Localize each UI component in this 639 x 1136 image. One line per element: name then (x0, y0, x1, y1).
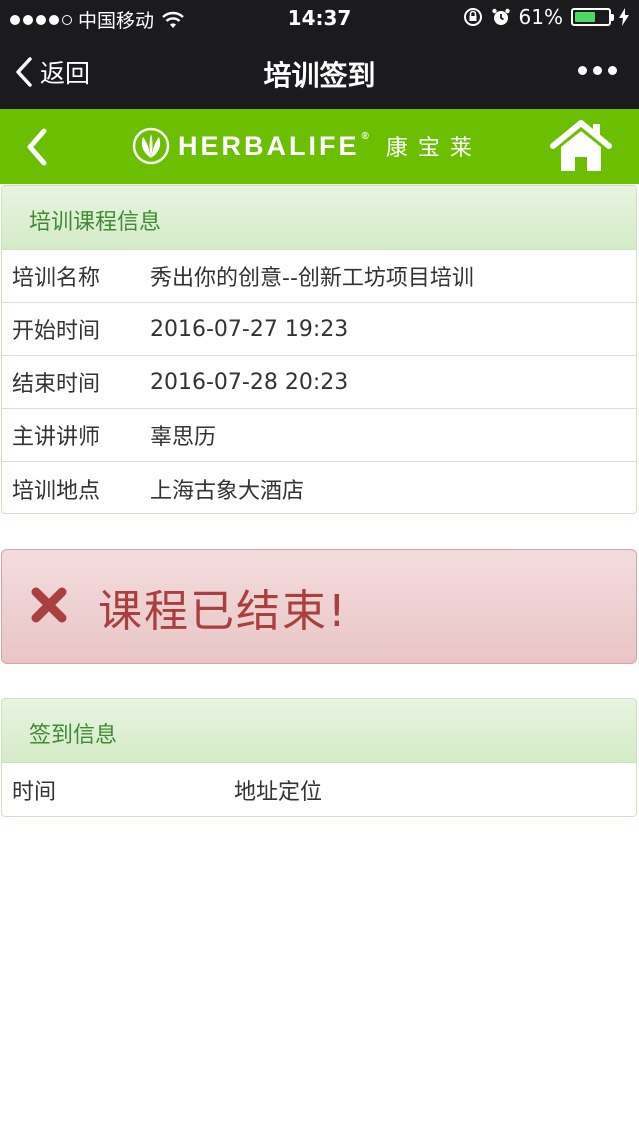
status-bar: 中国移动 14:37 61% (0, 0, 639, 36)
brand-cn-name: 康宝莱 (385, 136, 482, 161)
alert-message: 课程已结束! (98, 585, 348, 637)
info-value: 2016-07-28 20:23 (150, 369, 349, 395)
info-value: 2016-07-27 19:23 (150, 316, 349, 342)
rotation-lock-icon (463, 8, 482, 26)
column-header-location: 地址定位 (234, 779, 323, 805)
more-icon[interactable] (578, 66, 617, 75)
battery-fill (575, 12, 595, 22)
herbalife-logo: HERBALIFE ® 康宝莱 (132, 127, 482, 165)
sign-header-row: 时间 地址定位 (2, 763, 636, 816)
info-row: 培训名称 秀出你的创意--创新工坊项目培训 (2, 250, 636, 303)
info-value: 上海古象大酒店 (150, 478, 305, 504)
course-ended-alert: 课程已结束! (1, 549, 637, 664)
info-row: 主讲讲师 辜思历 (2, 409, 636, 462)
info-row: 培训地点 上海古象大酒店 (2, 462, 636, 513)
info-value: 秀出你的创意--创新工坊项目培训 (150, 266, 474, 291)
info-label: 结束时间 (12, 372, 101, 397)
brand-name: HERBALIFE ® (178, 130, 372, 161)
info-label: 培训名称 (12, 266, 101, 291)
nav-bar: 返回 培训签到 (0, 36, 639, 109)
home-button[interactable] (549, 119, 613, 177)
battery-percent: 61% (518, 5, 563, 29)
info-row: 开始时间 2016-07-27 19:23 (2, 303, 636, 356)
leaf-logo-icon (132, 127, 170, 165)
page-title: 培训签到 (263, 59, 376, 92)
home-icon (550, 120, 612, 171)
charging-icon (619, 8, 629, 26)
brand-back-button[interactable] (24, 127, 50, 171)
info-label: 主讲讲师 (12, 425, 101, 450)
column-header-time: 时间 (12, 779, 57, 805)
battery-icon (571, 8, 614, 26)
status-right: 61% (463, 5, 629, 29)
info-label: 开始时间 (12, 319, 101, 344)
info-label: 培训地点 (12, 478, 101, 504)
sign-info-panel: 签到信息 时间 地址定位 (1, 698, 637, 817)
info-value: 辜思历 (150, 425, 217, 450)
course-info-panel: 培训课程信息 培训名称 秀出你的创意--创新工坊项目培训 开始时间 2016-0… (1, 185, 637, 514)
info-row: 结束时间 2016-07-28 20:23 (2, 356, 636, 409)
chevron-left-icon (27, 128, 47, 166)
alarm-icon (491, 8, 510, 25)
course-info-header: 培训课程信息 (2, 186, 636, 250)
brand-header: HERBALIFE ® 康宝莱 (0, 109, 639, 184)
close-icon (30, 586, 68, 628)
sign-info-header: 签到信息 (2, 699, 636, 763)
